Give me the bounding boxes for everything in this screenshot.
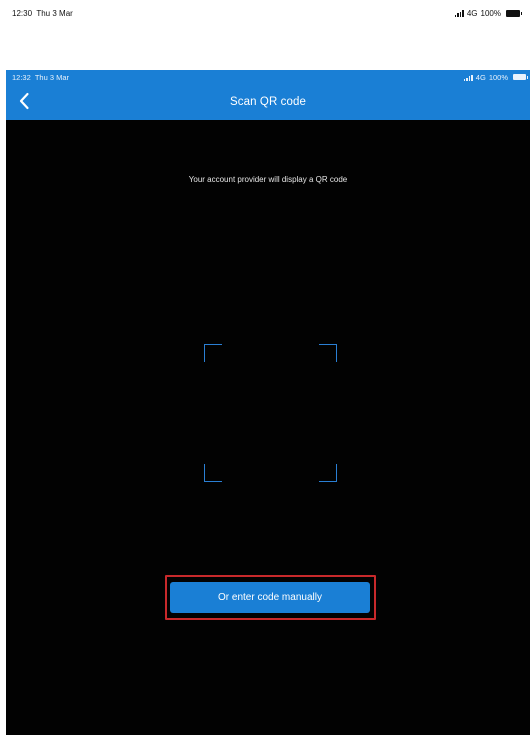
scan-corner-top-left [204, 344, 222, 362]
signal-icon [454, 9, 464, 17]
back-button[interactable] [12, 88, 36, 114]
inner-battery-label: 100% [488, 72, 508, 82]
outer-network-label: 4G [466, 8, 478, 18]
outer-battery-label: 100% [480, 8, 501, 18]
scan-instruction: Your account provider will display a QR … [188, 175, 348, 184]
page-title: Scan QR code [230, 96, 306, 108]
inner-status-bar: 12:32 Thu 3 Mar 4G 100% [6, 70, 530, 84]
enter-code-manually-button[interactable]: Or enter code manually [170, 582, 370, 613]
inner-status-indicators: 4G 100% [463, 72, 528, 82]
outer-status-date: Thu 3 Mar [36, 8, 73, 18]
inner-signal-icon [463, 74, 473, 81]
qr-scan-frame [204, 344, 337, 482]
inner-status-time: 12:32 [12, 72, 31, 82]
battery-icon [506, 9, 522, 17]
scan-corner-bottom-left [204, 464, 222, 482]
inner-network-label: 4G [475, 72, 486, 82]
outer-status-indicators: 4G 100% [454, 8, 522, 18]
app-screen: 12:32 Thu 3 Mar 4G 100% Scan QR code You… [6, 70, 530, 735]
scan-corner-top-right [319, 344, 337, 362]
outer-status-time: 12:30 [12, 8, 33, 18]
outer-status-time-date: 12:30 Thu 3 Mar [12, 9, 73, 18]
inner-status-date: Thu 3 Mar [34, 72, 70, 82]
outer-status-bar: 12:30 Thu 3 Mar 4G 100% [0, 0, 530, 26]
scan-corner-bottom-right [319, 464, 337, 482]
inner-battery-icon [513, 74, 528, 80]
navigation-bar: Scan QR code [6, 84, 530, 120]
inner-status-time-date: 12:32 Thu 3 Mar [12, 73, 69, 82]
chevron-left-icon [19, 92, 29, 110]
